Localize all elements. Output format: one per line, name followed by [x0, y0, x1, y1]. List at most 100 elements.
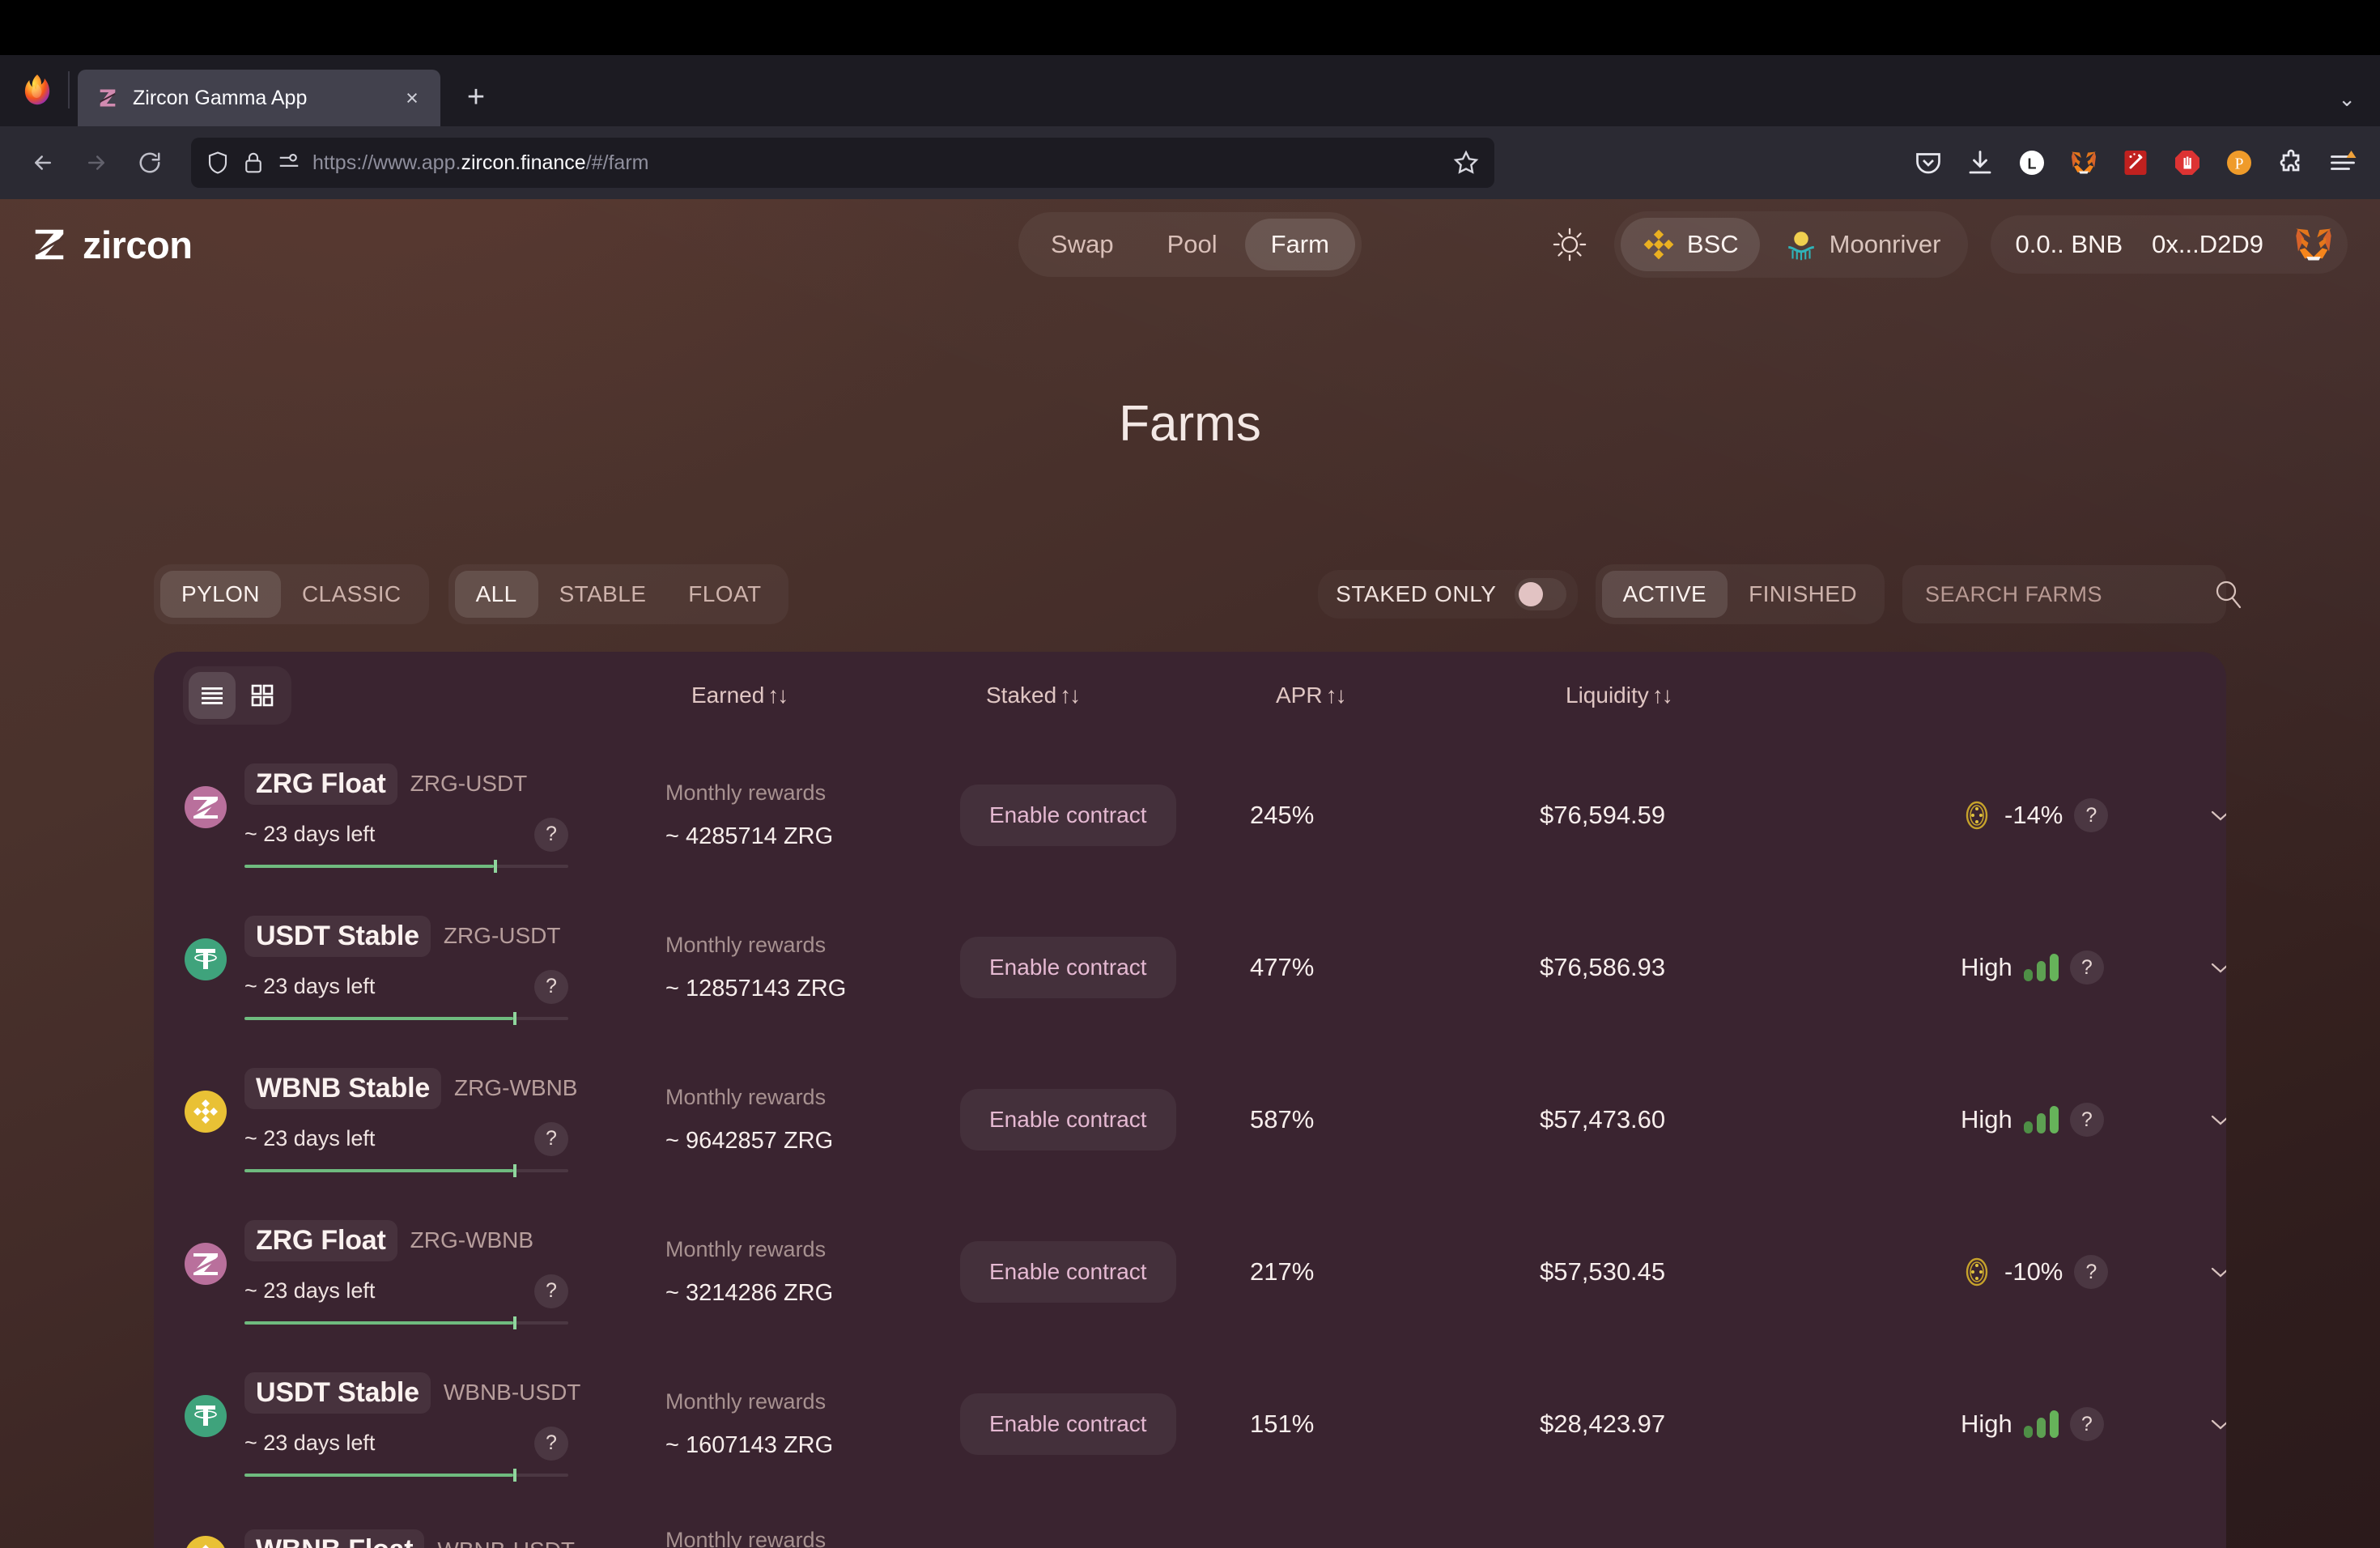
signal-bars-icon — [2023, 1410, 2059, 1438]
help-icon[interactable]: ? — [2074, 798, 2109, 832]
table-row[interactable]: ZRG Float ZRG-USDT ~ 23 days left ? Mont… — [154, 739, 2226, 891]
risk-cell: High ? — [1961, 950, 2204, 985]
farm-name-cell: WBNB Stable ZRG-WBNB ~ 23 days left ? — [183, 1067, 665, 1177]
progress-fill — [244, 1016, 513, 1020]
url-text[interactable]: https://www.app.zircon.finance/#/farm — [312, 151, 1441, 175]
enable-contract-button[interactable]: Enable contract — [960, 1089, 1176, 1150]
help-icon[interactable]: ? — [534, 817, 568, 852]
search-farms-box[interactable] — [1902, 565, 2242, 623]
help-icon[interactable]: ? — [2069, 1407, 2104, 1441]
table-row[interactable]: ZRG Float ZRG-WBNB ~ 23 days left ? Mont… — [154, 1196, 2226, 1348]
filter-pylon[interactable]: PYLON — [160, 571, 281, 618]
earned-cell: Monthly rewards ~ 9642857 ZRG — [665, 1085, 960, 1155]
help-icon[interactable]: ? — [2069, 1103, 2104, 1137]
chain-switcher: BSC Moonriver — [1613, 211, 1969, 278]
progress-tick — [513, 1468, 516, 1482]
table-row[interactable]: USDT Stable WBNB-USDT ~ 23 days left ? M… — [154, 1348, 2226, 1500]
expand-row-icon[interactable] — [2204, 1407, 2226, 1441]
back-button[interactable] — [18, 138, 68, 188]
url-bar[interactable]: https://www.app.zircon.finance/#/farm — [191, 138, 1494, 188]
header-earned[interactable]: Earned ↑↓ — [691, 683, 986, 708]
downloads-icon[interactable] — [1961, 143, 2000, 182]
enable-contract-button[interactable]: Enable contract — [960, 1393, 1176, 1455]
enable-contract-button[interactable]: Enable contract — [960, 1241, 1176, 1303]
help-icon[interactable]: ? — [534, 1274, 568, 1308]
farms-table-header: Earned ↑↓ Staked ↑↓ APR ↑↓ Liquidity ↑↓ — [154, 652, 2226, 739]
new-tab-button[interactable]: + — [453, 74, 499, 120]
apr-value: 217% — [1250, 1257, 1315, 1286]
progress-fill — [244, 1168, 513, 1172]
page-title: Farms — [1119, 396, 1261, 452]
filter-finished[interactable]: FINISHED — [1728, 571, 1878, 618]
expand-row-icon[interactable] — [2204, 1255, 2226, 1289]
header-apr[interactable]: APR ↑↓ — [1276, 683, 1566, 708]
header-liquidity-label: Liquidity — [1566, 683, 1649, 708]
sun-icon[interactable] — [1548, 223, 1592, 266]
search-input[interactable] — [1925, 581, 2212, 607]
puzzle-extensions-icon[interactable] — [2272, 143, 2310, 182]
list-all-tabs-icon[interactable]: ⌄ — [2338, 87, 2356, 112]
filter-float[interactable]: FLOAT — [667, 571, 782, 618]
forward-button[interactable] — [71, 138, 121, 188]
farm-pair: ZRG-WBNB — [410, 1227, 534, 1252]
pocket-icon[interactable] — [1909, 143, 1948, 182]
nav-item-farm[interactable]: Farm — [1244, 219, 1355, 270]
staked-cell: Enable contract — [960, 1089, 1250, 1150]
help-icon[interactable]: ? — [534, 1426, 568, 1461]
expand-row-icon[interactable] — [2204, 950, 2226, 985]
help-icon[interactable]: ? — [534, 969, 568, 1004]
farm-name: ZRG Float — [244, 1219, 397, 1261]
wallet-pill[interactable]: 0.0.. BNB 0x...D2D9 — [1991, 215, 2348, 274]
tab-close-icon[interactable]: × — [398, 84, 426, 112]
risk-value: High — [1961, 953, 2012, 981]
farm-pair: WBNB-USDT — [443, 1380, 581, 1405]
header-liquidity[interactable]: Liquidity ↑↓ — [1566, 683, 1987, 708]
farm-days-left: ~ 23 days left — [244, 1126, 376, 1150]
search-icon[interactable] — [2212, 577, 2246, 611]
lock-icon[interactable] — [241, 151, 266, 175]
staked-only-toggle[interactable] — [1514, 578, 1566, 610]
enable-contract-button[interactable]: Enable contract — [960, 785, 1176, 846]
header-right-controls: BSC Moonriver 0.0.. BNB 0x...D2D9 — [1548, 211, 2348, 278]
permissions-icon[interactable] — [277, 151, 301, 175]
shield-icon[interactable] — [206, 151, 230, 175]
chain-option-moonriver[interactable]: Moonriver — [1763, 218, 1962, 271]
filter-stable[interactable]: STABLE — [538, 571, 668, 618]
reload-button[interactable] — [125, 138, 175, 188]
bookmark-star-icon[interactable] — [1452, 149, 1480, 176]
farm-pair: ZRG-WBNB — [454, 1075, 578, 1100]
signal-bars-icon — [2023, 1106, 2059, 1133]
farm-name-cell: USDT Stable ZRG-USDT ~ 23 days left ? — [183, 915, 665, 1025]
rewards-label: Monthly rewards — [665, 1389, 827, 1414]
list-view-icon[interactable] — [189, 672, 236, 719]
help-icon[interactable]: ? — [2069, 950, 2104, 985]
progress-fill — [244, 864, 494, 868]
table-row[interactable]: WBNB Float WBNB-USDT Monthly rewards — [154, 1500, 2226, 1548]
help-icon[interactable]: ? — [534, 1121, 568, 1156]
filter-classic[interactable]: CLASSIC — [281, 571, 423, 618]
polkadot-p-icon[interactable]: P — [2220, 143, 2259, 182]
chain-option-bsc[interactable]: BSC — [1620, 218, 1760, 271]
filter-all[interactable]: ALL — [454, 571, 538, 618]
table-row[interactable]: USDT Stable ZRG-USDT ~ 23 days left ? Mo… — [154, 891, 2226, 1044]
metamask-fox-icon[interactable] — [2064, 143, 2103, 182]
nav-item-pool[interactable]: Pool — [1141, 219, 1243, 270]
nav-item-swap[interactable]: Swap — [1025, 219, 1140, 270]
filter-active[interactable]: ACTIVE — [1601, 571, 1728, 618]
header-earned-label: Earned — [691, 683, 765, 708]
table-row[interactable]: WBNB Stable ZRG-WBNB ~ 23 days left ? Mo… — [154, 1044, 2226, 1196]
brand-logo[interactable]: zircon — [31, 223, 193, 267]
help-icon[interactable]: ? — [2074, 1255, 2109, 1289]
app-menu-icon[interactable] — [2323, 143, 2362, 182]
expand-row-icon[interactable] — [2204, 1103, 2226, 1137]
browser-tab[interactable]: Zircon Gamma App × — [78, 70, 440, 126]
grid-view-icon[interactable] — [239, 672, 286, 719]
expand-row-icon[interactable] — [2204, 798, 2226, 832]
clock-l-icon[interactable]: L — [2012, 143, 2051, 182]
wand-red-icon[interactable] — [2116, 143, 2155, 182]
enable-contract-button[interactable]: Enable contract — [960, 937, 1176, 998]
header-staked[interactable]: Staked ↑↓ — [986, 683, 1276, 708]
svg-text:L: L — [2028, 156, 2037, 172]
adblock-stop-icon[interactable] — [2168, 143, 2207, 182]
risk-value: High — [1961, 1410, 2012, 1438]
